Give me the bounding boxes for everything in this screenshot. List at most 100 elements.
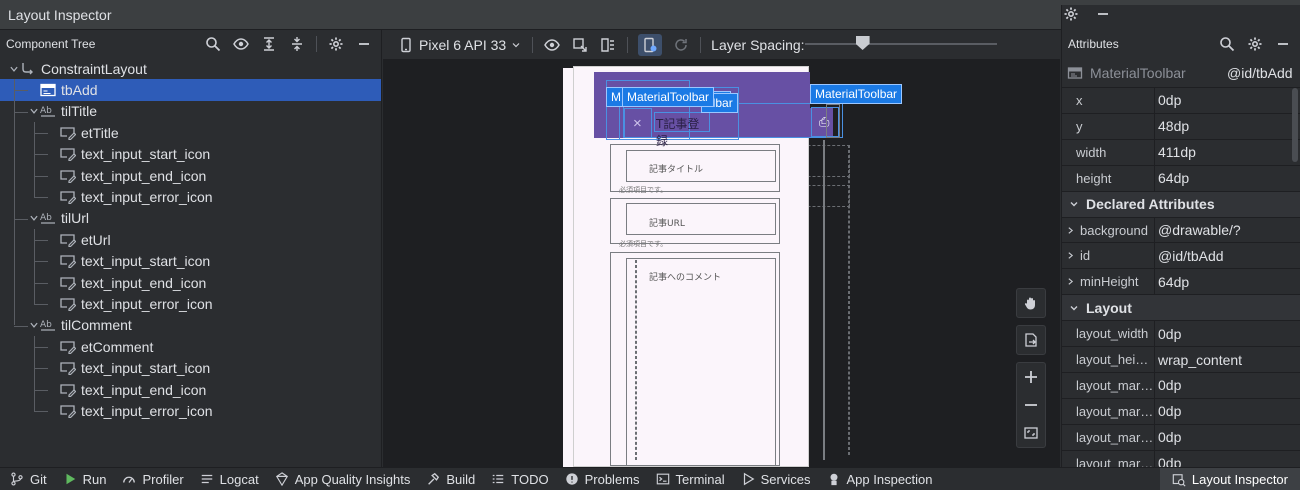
tree-node[interactable]: etUrl: [0, 229, 381, 250]
close-icon: ×: [633, 115, 642, 132]
export-icon[interactable]: [1022, 331, 1040, 349]
refresh-icon[interactable]: [672, 36, 690, 54]
layout-canvas[interactable]: 記事タイトル 必須項目です。 記事URL 必須項目です。 記事へのコメント × …: [383, 60, 1060, 467]
attribute-row[interactable]: y 48dp: [1062, 113, 1300, 140]
attribute-row[interactable]: height 64dp: [1062, 165, 1300, 192]
chevron-right-icon[interactable]: [1066, 223, 1075, 238]
chevron-down-icon[interactable]: [28, 320, 40, 330]
attributes-scrollbar[interactable]: [1292, 88, 1298, 162]
attribute-row[interactable]: layout_width 0dp: [1062, 321, 1300, 348]
tree-node-label: text_input_error_icon: [81, 295, 213, 312]
tree-node[interactable]: etComment: [0, 336, 381, 357]
tool-window-git[interactable]: Git: [10, 472, 47, 487]
attribute-value: @id/tbAdd: [1154, 243, 1300, 269]
tree-guide-line: [34, 304, 48, 306]
tool-window-services[interactable]: Services: [741, 472, 811, 487]
attribute-row[interactable]: minHeight 64dp: [1062, 269, 1300, 296]
load-overlay-icon[interactable]: [599, 36, 617, 54]
slider-thumb[interactable]: [855, 36, 870, 50]
attribute-row[interactable]: id @id/tbAdd: [1062, 243, 1300, 270]
gear-icon[interactable]: [327, 35, 345, 53]
zoom-in-icon[interactable]: [1022, 368, 1040, 386]
attribute-row[interactable]: x 0dp: [1062, 88, 1300, 114]
inspector-toolbar: Pixel 6 API 33 Layer Spacing:: [383, 30, 1060, 60]
tree-node[interactable]: text_input_end_icon: [0, 379, 381, 400]
edit-text-icon: [60, 404, 76, 418]
tool-window-todo[interactable]: TODO: [491, 471, 549, 487]
layout-section[interactable]: Layout: [1062, 295, 1300, 322]
gear-icon[interactable]: [1246, 35, 1264, 53]
eye-icon[interactable]: [232, 35, 250, 53]
layer-spacing-slider[interactable]: [805, 36, 997, 50]
tool-window-terminal[interactable]: Terminal: [656, 472, 725, 487]
tree-node[interactable]: tbAdd: [0, 79, 381, 101]
tree-node[interactable]: Ab tilUrl: [0, 208, 381, 229]
fit-screen-icon[interactable]: [1022, 424, 1040, 442]
collapse-all-icon[interactable]: [288, 35, 306, 53]
zoom-out-icon[interactable]: [1022, 396, 1040, 414]
tool-window-app-inspection[interactable]: App Inspection: [827, 472, 933, 487]
tool-window-app-quality-insights[interactable]: App Quality Insights: [275, 472, 410, 487]
attribute-value: 411dp: [1154, 139, 1300, 165]
tool-window-logcat[interactable]: Logcat: [200, 472, 259, 487]
attribute-value: 0dp: [1154, 398, 1300, 424]
chevron-right-icon[interactable]: [1066, 274, 1075, 289]
attribute-row[interactable]: layout_hei… wrap_content: [1062, 347, 1300, 374]
tree-node[interactable]: text_input_error_icon: [0, 293, 381, 314]
tree-node[interactable]: text_input_error_icon: [0, 400, 381, 421]
git-branch-icon: [10, 472, 24, 486]
search-icon[interactable]: [1218, 35, 1236, 53]
attribute-row[interactable]: width 411dp: [1062, 139, 1300, 166]
tool-window-run[interactable]: Run: [63, 472, 106, 487]
minimize-icon[interactable]: [1274, 35, 1292, 53]
chevron-down-icon[interactable]: [8, 64, 20, 74]
tree-node[interactable]: Ab tilComment: [0, 315, 381, 336]
layout-inspector-tab[interactable]: Layout Inspector: [1159, 468, 1300, 490]
tree-guide-line: [34, 175, 48, 177]
tree-node[interactable]: text_input_end_icon: [0, 272, 381, 293]
chevron-down-icon[interactable]: [28, 213, 40, 223]
tree-node[interactable]: Ab tilTitle: [0, 101, 381, 122]
svg-text:Ab: Ab: [40, 213, 52, 223]
attribute-name: layout_mar…: [1062, 456, 1154, 467]
chevron-right-icon[interactable]: [1066, 248, 1075, 263]
attribute-row[interactable]: layout_mar… 0dp: [1062, 398, 1300, 425]
attribute-row[interactable]: layout_mar… 0dp: [1062, 373, 1300, 399]
live-updates-toggle[interactable]: [638, 33, 663, 56]
eye-icon[interactable]: [543, 36, 561, 54]
tree-node[interactable]: etTitle: [0, 122, 381, 143]
search-icon[interactable]: [204, 35, 222, 53]
hint-url: 記事URL: [649, 219, 685, 229]
hand-pan-icon[interactable]: [1022, 294, 1040, 312]
minimize-icon[interactable]: [1094, 5, 1112, 23]
tree-node-label: ConstraintLayout: [41, 60, 147, 77]
device-selector[interactable]: Pixel 6 API 33: [397, 36, 522, 54]
attribute-name: layout_width: [1062, 326, 1154, 341]
tree-guide-line: [14, 218, 28, 220]
declared-attributes-section[interactable]: Declared Attributes: [1062, 191, 1300, 218]
attribute-row[interactable]: layout_mar… 0dp: [1062, 424, 1300, 451]
gear-icon[interactable]: [1062, 5, 1080, 23]
tree-node[interactable]: text_input_error_icon: [0, 186, 381, 207]
expand-all-icon[interactable]: [260, 35, 278, 53]
tree-node[interactable]: text_input_end_icon: [0, 165, 381, 186]
tree-node[interactable]: text_input_start_icon: [0, 144, 381, 165]
tool-window-build[interactable]: Build: [426, 472, 475, 487]
svg-text:Ab: Ab: [40, 106, 52, 116]
chevron-down-icon[interactable]: [28, 106, 40, 116]
tool-window-label: TODO: [511, 471, 549, 487]
tree-node[interactable]: text_input_start_icon: [0, 357, 381, 378]
edit-text-icon: [60, 276, 76, 290]
tree-node[interactable]: text_input_start_icon: [0, 251, 381, 272]
app-quality-insights-icon: [275, 472, 289, 486]
toolbar-divider: [316, 36, 317, 52]
tree-node[interactable]: ConstraintLayout: [0, 58, 381, 79]
snapshot-export-icon[interactable]: [571, 36, 589, 54]
error-title: 必須項目です。: [619, 186, 668, 194]
tool-window-problems[interactable]: Problems: [565, 472, 640, 487]
attribute-row[interactable]: layout_mar… 0dp: [1062, 450, 1300, 467]
minimize-icon[interactable]: [355, 35, 373, 53]
attribute-name-text: layout_mar…: [1076, 455, 1154, 467]
attribute-row[interactable]: background @drawable/?: [1062, 217, 1300, 244]
tool-window-profiler[interactable]: Profiler: [122, 472, 184, 487]
